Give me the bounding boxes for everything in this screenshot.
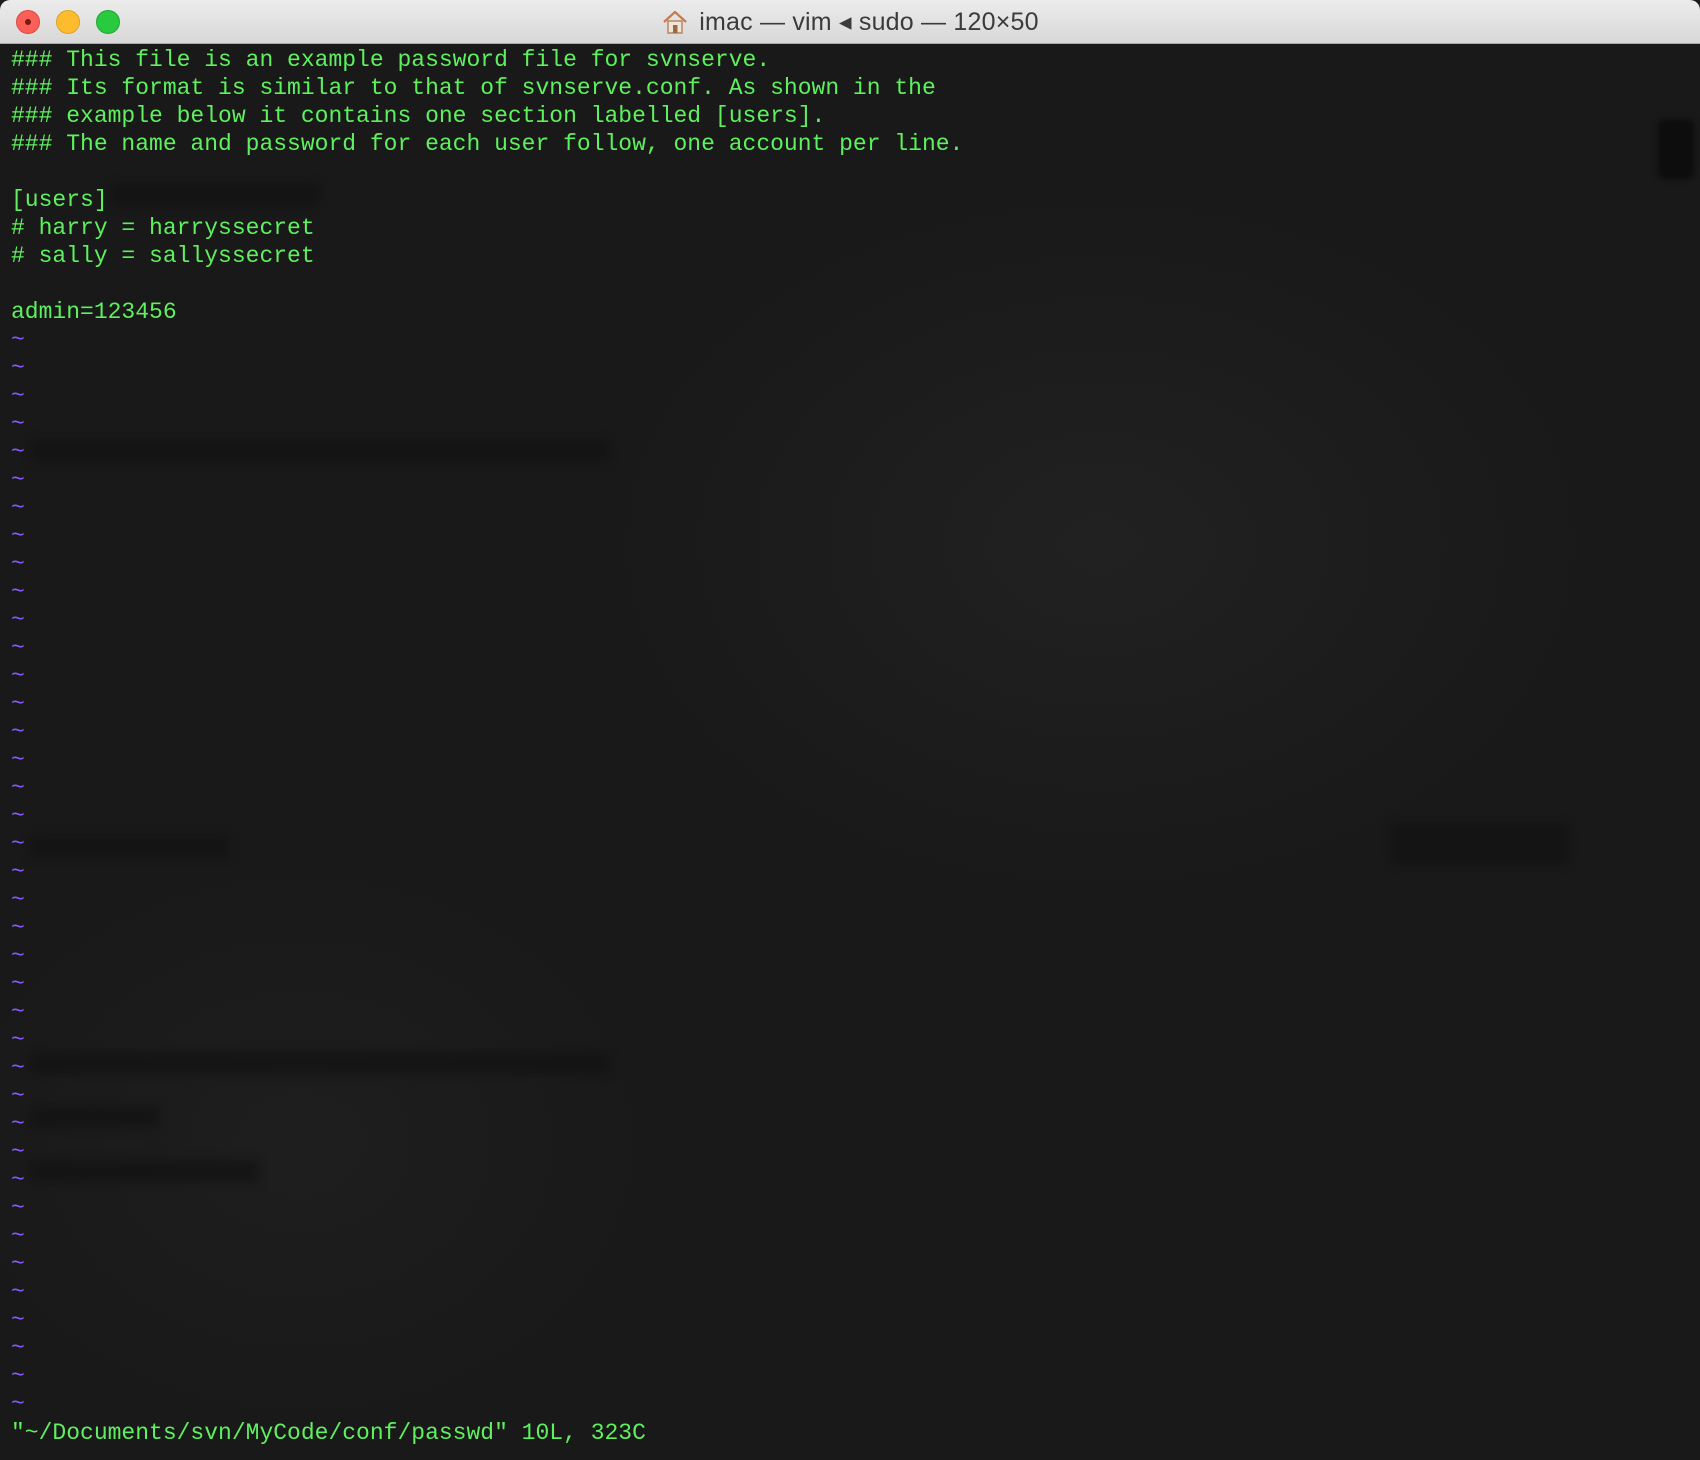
empty-line-tilde: ~: [11, 971, 25, 997]
background-blur-shape: [30, 836, 230, 858]
empty-line-tilde: ~: [11, 1111, 25, 1137]
empty-line-tilde: ~: [11, 1083, 25, 1109]
empty-line-tilde: ~: [11, 663, 25, 689]
empty-line-tilde: ~: [11, 467, 25, 493]
empty-line-tilde: ~: [11, 1195, 25, 1221]
empty-line-tilde: ~: [11, 383, 25, 409]
title-group: imac — vim ◂ sudo — 120×50: [0, 0, 1700, 44]
file-line: admin=123456: [11, 299, 177, 325]
scroll-indicator[interactable]: [1658, 119, 1694, 179]
background-blur-shape: [30, 1160, 260, 1182]
empty-line-tilde: ~: [11, 495, 25, 521]
empty-line-tilde: ~: [11, 411, 25, 437]
empty-line-tilde: ~: [11, 803, 25, 829]
empty-line-tilde: ~: [11, 1363, 25, 1389]
background-blur-shape: [1390, 824, 1570, 864]
empty-line-tilde: ~: [11, 943, 25, 969]
file-line: ### Its format is similar to that of svn…: [11, 75, 936, 101]
file-line: # sally = sallyssecret: [11, 243, 315, 269]
empty-line-tilde: ~: [11, 327, 25, 353]
terminal-content[interactable]: ### This file is an example password fil…: [0, 44, 1700, 1460]
empty-line-tilde: ~: [11, 355, 25, 381]
empty-line-tilde: ~: [11, 1139, 25, 1165]
empty-line-tilde: ~: [11, 1335, 25, 1361]
empty-line-tilde: ~: [11, 523, 25, 549]
empty-line-tilde: ~: [11, 691, 25, 717]
file-line: # harry = harryssecret: [11, 215, 315, 241]
empty-line-tilde: ~: [11, 1167, 25, 1193]
file-line: ### This file is an example password fil…: [11, 47, 771, 73]
empty-line-tilde: ~: [11, 1223, 25, 1249]
window-title: imac — vim ◂ sudo — 120×50: [699, 8, 1039, 36]
empty-line-tilde: ~: [11, 1027, 25, 1053]
file-line: ### example below it contains one sectio…: [11, 103, 826, 129]
empty-line-tilde: ~: [11, 915, 25, 941]
empty-line-tilde: ~: [11, 719, 25, 745]
terminal-window: imac — vim ◂ sudo — 120×50 ### This file…: [0, 0, 1700, 1460]
vim-status-line: "~/Documents/svn/MyCode/conf/passwd" 10L…: [11, 1420, 646, 1446]
empty-line-tilde: ~: [11, 999, 25, 1025]
background-blur-shape: [110, 184, 320, 206]
empty-line-tilde: ~: [11, 1307, 25, 1333]
empty-line-tilde: ~: [11, 579, 25, 605]
empty-line-tilde: ~: [11, 859, 25, 885]
background-blur-shape: [30, 1106, 160, 1128]
empty-line-tilde: ~: [11, 1251, 25, 1277]
empty-line-tilde: ~: [11, 551, 25, 577]
empty-line-tilde: ~: [11, 439, 25, 465]
empty-line-tilde: ~: [11, 747, 25, 773]
empty-line-tilde: ~: [11, 1279, 25, 1305]
empty-line-tilde: ~: [11, 1055, 25, 1081]
empty-line-tilde: ~: [11, 1391, 25, 1417]
empty-line-tilde: ~: [11, 887, 25, 913]
home-icon: [663, 10, 688, 34]
file-line: ### The name and password for each user …: [11, 131, 964, 157]
empty-line-tilde: ~: [11, 831, 25, 857]
file-line: [users]: [11, 187, 108, 213]
empty-line-tilde: ~: [11, 635, 25, 661]
empty-line-tilde: ~: [11, 607, 25, 633]
background-blur-shape: [30, 1052, 610, 1074]
background-blur-shape: [30, 440, 610, 462]
title-bar[interactable]: imac — vim ◂ sudo — 120×50: [0, 0, 1700, 44]
empty-line-tilde: ~: [11, 775, 25, 801]
